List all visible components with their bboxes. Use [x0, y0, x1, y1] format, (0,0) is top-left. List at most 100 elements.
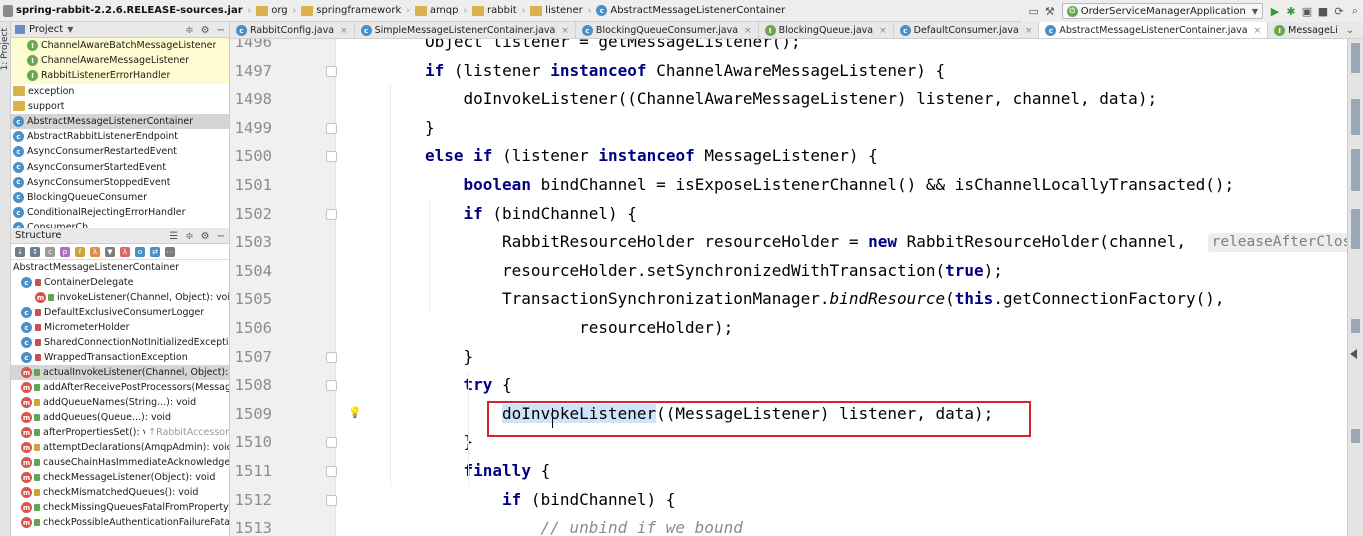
project-tree-item[interactable]: c AsyncConsumerRestartedEvent [11, 144, 229, 159]
fold-marker-icon[interactable] [326, 208, 337, 220]
lambda-icon[interactable]: λ [120, 246, 130, 257]
collapse-all-icon[interactable]: ≑ [185, 231, 193, 242]
close-icon[interactable]: × [340, 26, 348, 36]
hide-icon[interactable]: − [217, 25, 225, 36]
sort-visibility-icon[interactable]: ↕ [30, 246, 40, 257]
anonymous-icon[interactable]: o [135, 246, 145, 257]
fold-marker-icon[interactable] [326, 466, 337, 477]
run-configuration-select[interactable]: ⏻ OrderServiceManagerApplication ▼ [1061, 3, 1263, 19]
code-editor[interactable]: 1496 1497 1498 1499 1500 1501 1502 1503 1504 1505… [230, 39, 1347, 536]
filter-icon[interactable]: ▼ [105, 246, 115, 257]
structure-tree-item[interactable]: m attemptDeclarations(AmqpAdmin): void [11, 440, 229, 455]
gear-icon[interactable]: ⚙ [201, 25, 210, 36]
breadcrumb-item[interactable]: springframework › [298, 0, 412, 21]
editor-tab[interactable]: c BlockingQueueConsumer.java × [576, 22, 759, 38]
editor-tab[interactable]: c SimpleMessageListenerContainer.java × [355, 22, 576, 38]
coverage-icon[interactable]: ▣ [1299, 3, 1315, 19]
structure-tree-item[interactable]: m addQueueNames(String...): void [11, 395, 229, 410]
structure-tree-item[interactable]: m addAfterReceivePostProcessors(MessagePo… [11, 380, 229, 395]
inherited-icon[interactable]: c [45, 246, 55, 257]
project-tree-item[interactable]: I RabbitListenerErrorHandler [11, 68, 229, 84]
build-hammer-icon[interactable]: ⚒ [1042, 3, 1058, 19]
structure-tree-item[interactable]: m checkMismatchedQueues(): void [11, 485, 229, 500]
stop-icon[interactable]: ■ [1315, 3, 1331, 19]
structure-tree-item[interactable]: m addQueues(Queue...): void [11, 410, 229, 425]
structure-tree-item[interactable]: c SharedConnectionNotInitializedException [11, 335, 229, 350]
fold-marker-icon[interactable] [326, 65, 337, 77]
hide-icon[interactable]: − [217, 231, 225, 242]
collapse-arrow-icon[interactable] [1350, 349, 1357, 359]
fold-marker-icon[interactable] [326, 151, 337, 163]
project-tool-tab[interactable]: 1: Project [0, 28, 11, 70]
tab-overflow-icon[interactable]: ⌄ [1337, 22, 1363, 38]
fold-marker-icon[interactable] [326, 122, 337, 134]
close-icon[interactable]: × [879, 26, 887, 36]
structure-tree-item[interactable]: c WrappedTransactionException [11, 350, 229, 365]
right-tool-tab-ant[interactable] [1351, 209, 1360, 249]
close-icon[interactable]: × [561, 26, 569, 36]
right-tool-tab-extra[interactable] [1351, 319, 1360, 333]
right-tool-tab-maven[interactable] [1351, 43, 1360, 73]
fold-marker-icon[interactable] [326, 494, 337, 506]
close-icon[interactable]: × [1254, 26, 1262, 36]
project-tree-item[interactable]: I ChannelAwareBatchMessageListener [11, 38, 229, 54]
structure-tree-item[interactable]: c DefaultExclusiveConsumerLogger [11, 305, 229, 320]
fold-marker-icon[interactable] [326, 351, 337, 363]
right-tool-tab-bottom[interactable] [1351, 429, 1360, 443]
structure-tree-item[interactable]: m causeChainHasImmediateAcknowledgeAmqpEx… [11, 455, 229, 470]
structure-tree-item[interactable]: AbstractMessageListenerContainer [11, 260, 229, 275]
close-icon[interactable]: × [1025, 26, 1033, 36]
structure-tree-item[interactable]: m checkMessageListener(Object): void [11, 470, 229, 485]
fold-marker-icon[interactable] [326, 437, 337, 449]
gear-icon[interactable]: ⚙ [201, 231, 210, 242]
structure-tree-item[interactable]: c MicrometerHolder [11, 320, 229, 335]
properties-icon[interactable]: p [60, 246, 70, 257]
editor-tab[interactable]: c AbstractMessageListenerContainer.java × [1039, 22, 1269, 38]
update-icon[interactable]: ⟳ [1331, 3, 1347, 19]
right-tool-tab-bean-validation[interactable] [1351, 149, 1360, 191]
project-tree-item[interactable]: c AbstractMessageListenerContainer [11, 113, 229, 130]
layout-icon[interactable]: ▭ [1026, 3, 1042, 19]
fold-marker-icon[interactable] [326, 380, 337, 392]
project-tree-item[interactable]: c BlockingQueueConsumer [11, 190, 229, 205]
sort-icon[interactable]: ☰ [169, 231, 178, 242]
breadcrumb-item[interactable]: org › [253, 0, 298, 21]
breadcrumb-item[interactable]: listener › [527, 0, 593, 21]
structure-tree-item[interactable]: m afterPropertiesSet(): void↑RabbitAccess… [11, 425, 229, 440]
project-tree-item[interactable]: support [11, 99, 229, 114]
structure-panel-title[interactable]: Structure [15, 230, 62, 241]
structure-tree-item[interactable]: m checkPossibleAuthenticationFailureFatal… [11, 515, 229, 530]
breadcrumb-item[interactable]: spring-rabbit-2.2.6.RELEASE-sources.jar › [0, 0, 253, 21]
debug-icon[interactable]: ✱ [1283, 3, 1299, 19]
structure-tree-item[interactable]: m actualInvokeListener(Channel, Object): … [11, 365, 229, 380]
project-tree-item[interactable]: c AsyncConsumerStoppedEvent [11, 175, 229, 190]
project-panel-title[interactable]: Project [29, 24, 63, 35]
project-tree-item[interactable]: c ConsumerCh... [11, 220, 229, 228]
sort-alpha-icon[interactable]: ↓ [15, 246, 25, 257]
fields-icon[interactable]: f [75, 246, 85, 257]
project-tree-item[interactable]: c AbstractRabbitListenerEndpoint [11, 129, 229, 144]
close-icon[interactable]: × [744, 26, 752, 36]
run-icon[interactable]: ▶ [1267, 3, 1283, 19]
breadcrumb-item[interactable]: c AbstractMessageListenerContainer [593, 0, 787, 21]
editor-tab[interactable]: c DefaultConsumer.java × [894, 22, 1040, 38]
structure-tree-item[interactable]: m invokeListener(Channel, Object): void [11, 290, 229, 305]
editor-tab[interactable]: c RabbitConfig.java × [230, 22, 355, 38]
project-tree-item[interactable]: c AsyncConsumerStartedEvent [11, 160, 229, 175]
collapse-all-icon[interactable]: ≑ [185, 25, 193, 36]
project-tree-item[interactable]: exception [11, 84, 229, 99]
structure-tree-item[interactable]: c ContainerDelegate [11, 275, 229, 290]
structure-tree-item[interactable]: m checkMissingQueuesFatalFromProperty(): … [11, 500, 229, 515]
search-icon[interactable]: ⌕ [1347, 3, 1363, 19]
non-public-icon[interactable]: λ [90, 246, 100, 257]
chevron-down-icon[interactable]: ▼ [67, 25, 73, 34]
editor-tab[interactable]: I BlockingQueue.java × [759, 22, 894, 38]
breadcrumb-item[interactable]: amqp › [412, 0, 469, 21]
project-tree-item[interactable]: I ChannelAwareMessageListener [11, 53, 229, 69]
autoscroll-icon[interactable]: ⇄ [150, 246, 160, 257]
right-tool-tab-database[interactable] [1351, 99, 1360, 135]
breadcrumb-item[interactable]: rabbit › [469, 0, 527, 21]
lightbulb-icon[interactable]: 💡 [348, 406, 362, 419]
project-tree-item[interactable]: c ConditionalRejectingErrorHandler [11, 205, 229, 220]
more-icon[interactable]: ⋯ [165, 246, 175, 257]
